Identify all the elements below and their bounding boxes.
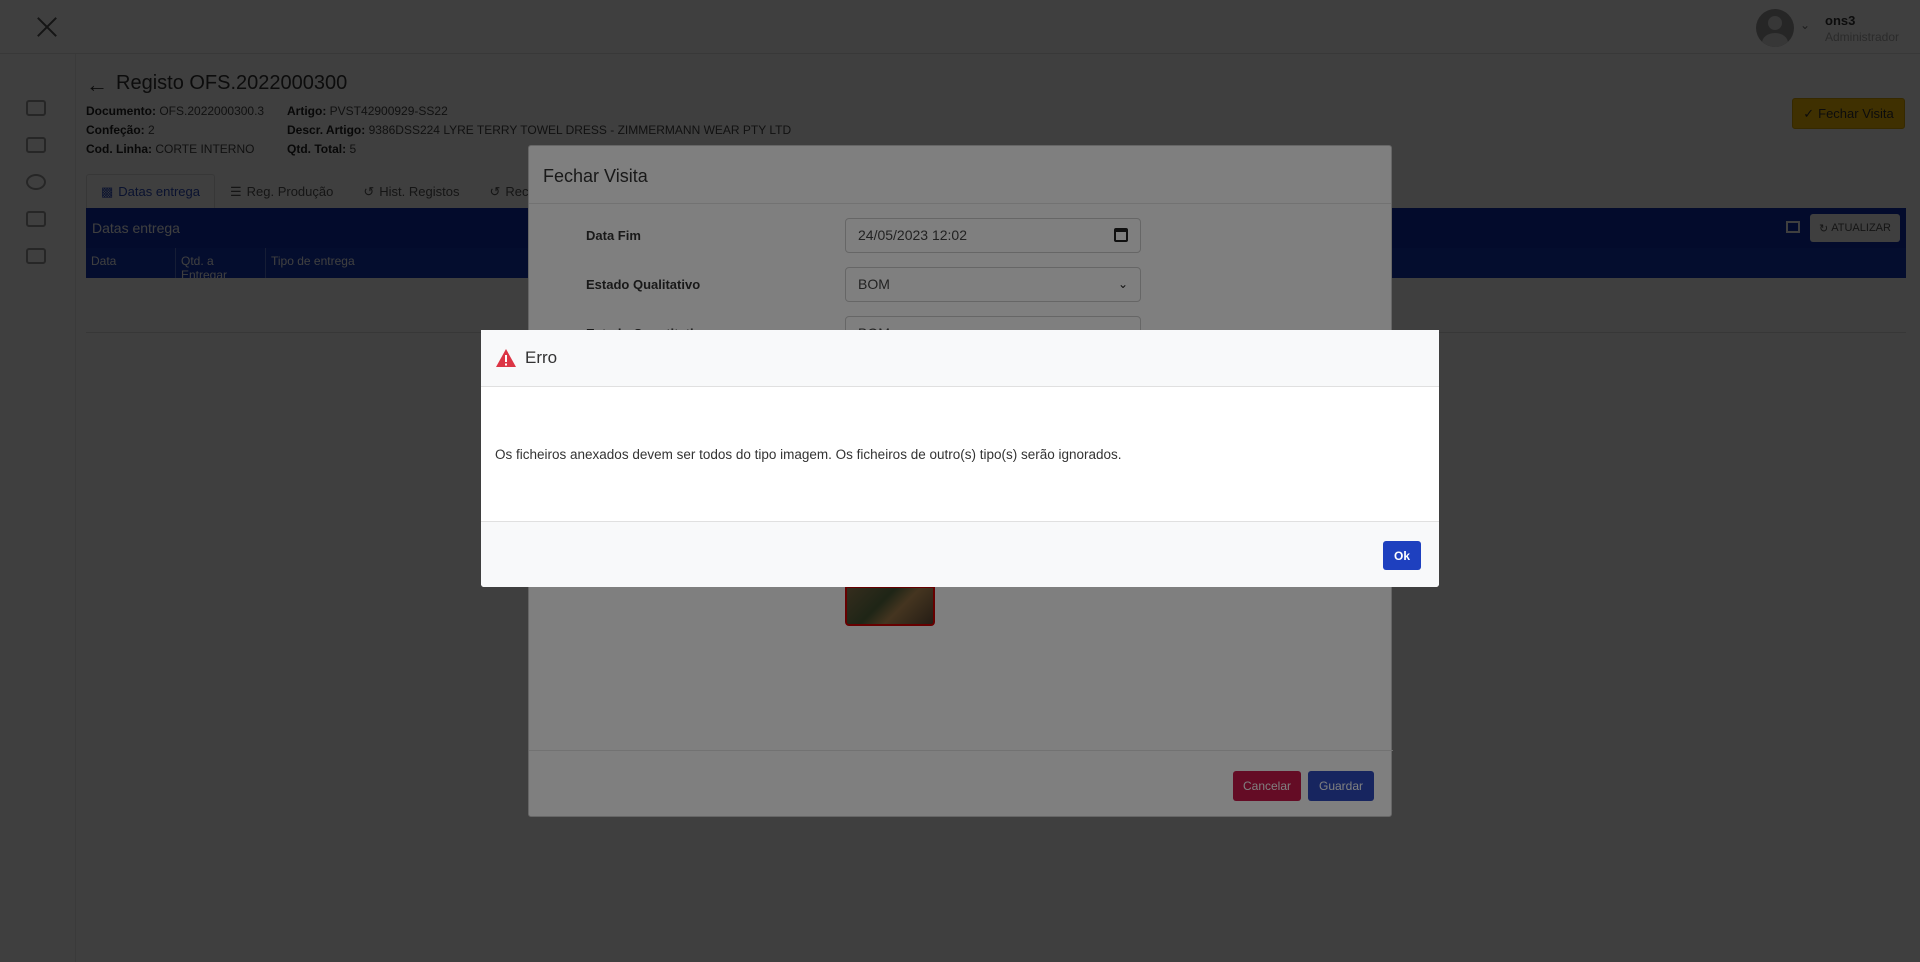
error-modal-footer: Ok (481, 521, 1439, 587)
error-modal-header: Erro (481, 330, 1439, 387)
ok-button[interactable]: Ok (1383, 541, 1421, 570)
error-modal: Erro Os ficheiros anexados devem ser tod… (481, 330, 1439, 587)
error-message: Os ficheiros anexados devem ser todos do… (495, 446, 1122, 462)
warning-triangle-icon (495, 348, 517, 368)
error-modal-title: Erro (525, 348, 558, 367)
